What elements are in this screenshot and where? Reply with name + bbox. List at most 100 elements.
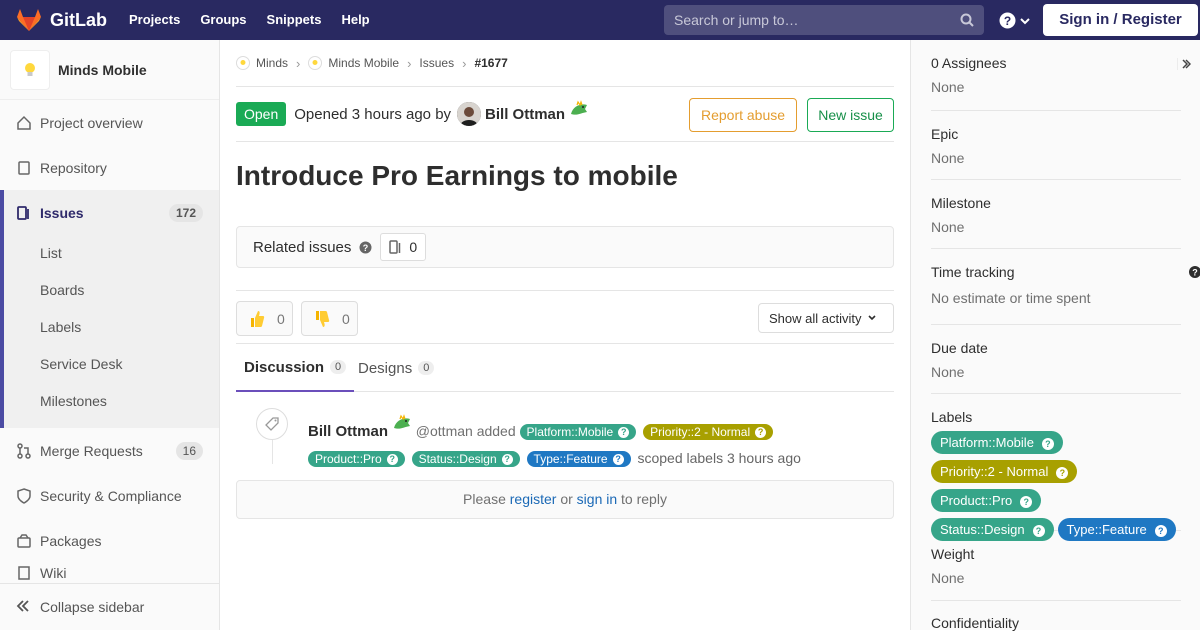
breadcrumb-group[interactable]: Minds <box>236 56 288 70</box>
chevron-right-icon: › <box>462 55 467 71</box>
sidebar-subitem-labels[interactable]: Labels <box>40 319 81 335</box>
sidebar-subitem-boards[interactable]: Boards <box>40 282 84 298</box>
help-icon[interactable]: ? <box>359 241 372 254</box>
related-issues-label: Related issues <box>253 238 352 256</box>
issue-header: Open Opened 3 hours ago by Bill Ottman R… <box>236 87 894 142</box>
project-sidebar: Minds Mobile Project overview Repository… <box>0 40 220 630</box>
help-icon: ? <box>755 427 767 439</box>
author-name[interactable]: Bill Ottman <box>485 106 565 123</box>
help-icon: ? <box>1041 437 1054 450</box>
weight-block: Weight None <box>931 546 1181 601</box>
avatar[interactable] <box>457 102 482 126</box>
sidebar-item-project-overview[interactable]: Project overview <box>0 100 219 145</box>
label-text: Status::Design <box>418 452 497 466</box>
double-chevron-right-icon[interactable] <box>1177 58 1191 70</box>
help-dropdown[interactable]: ? <box>999 12 1031 29</box>
label-text: Type::Feature <box>1066 522 1147 537</box>
label-platform-mobile[interactable]: Platform::Mobile? <box>519 424 637 440</box>
register-link[interactable]: register <box>510 491 557 507</box>
dragon-emoji-icon <box>571 100 588 115</box>
book-icon <box>16 160 32 176</box>
merge-requests-count-badge: 16 <box>175 441 203 460</box>
award-emoji-bar: 0 0 Show all activity <box>236 290 894 344</box>
system-note: Bill Ottman @ottman added Platform::Mobi… <box>236 408 894 468</box>
assignees-block: 0 Assignees None <box>931 55 1191 111</box>
sidebar-item-issues[interactable]: Issues 172 <box>0 190 219 235</box>
sidebar-item-merge-requests[interactable]: Merge Requests 16 <box>0 428 219 473</box>
sidebar-item-label: Wiki <box>40 565 67 581</box>
epic-title: Epic <box>931 126 959 142</box>
label-text: Status::Design <box>940 522 1025 537</box>
tab-designs[interactable]: Designs 0 <box>358 344 435 392</box>
breadcrumb-issues[interactable]: Issues <box>419 56 454 70</box>
project-name: Minds Mobile <box>58 61 147 78</box>
breadcrumb-issue-id[interactable]: #1677 <box>474 56 507 70</box>
thumbs-up-button[interactable]: 0 <box>236 301 293 336</box>
chevron-right-icon: › <box>407 55 412 71</box>
sidebar-item-packages[interactable]: Packages <box>0 518 219 563</box>
label-status-design[interactable]: Status::Design? <box>411 451 520 467</box>
due-date-block: Due date None <box>931 340 1181 394</box>
sidebar-subitem-service-desk[interactable]: Service Desk <box>40 356 122 372</box>
sign-in-register-button[interactable]: Sign in / Register <box>1043 4 1198 36</box>
label-status-design[interactable]: Status::Design? <box>931 518 1054 541</box>
thumbs-down-button[interactable]: 0 <box>301 301 358 336</box>
chevron-right-icon: › <box>296 55 301 71</box>
thumbs-up-count: 0 <box>277 310 285 327</box>
weight-title: Weight <box>931 546 975 562</box>
label-platform-mobile[interactable]: Platform::Mobile? <box>931 431 1063 454</box>
tag-icon <box>256 408 288 440</box>
sidebar-subitem-milestones[interactable]: Milestones <box>40 393 107 409</box>
epic-block: Epic None <box>931 126 1181 180</box>
nav-help[interactable]: Help <box>341 0 369 40</box>
label-priority-normal[interactable]: Priority::2 - Normal? <box>643 424 774 440</box>
label-text: Platform::Mobile <box>526 425 614 439</box>
dragon-emoji-icon <box>393 414 410 429</box>
breadcrumb-project[interactable]: Minds Mobile <box>308 56 399 70</box>
issue-main: Minds › Minds Mobile › Issues › #1677 Op… <box>236 40 894 519</box>
issue-right-sidebar: 0 Assignees None Epic None Milestone Non… <box>910 40 1200 631</box>
issue-tabs: Discussion 0 Designs 0 <box>236 343 894 392</box>
sidebar-item-repository[interactable]: Repository <box>0 145 219 190</box>
confidentiality-block: Confidentiality <box>931 615 1181 635</box>
nav-snippets[interactable]: Snippets <box>267 0 322 40</box>
nav-projects[interactable]: Projects <box>129 0 180 40</box>
new-issue-button[interactable]: New issue <box>807 98 894 132</box>
help-icon: ? <box>1032 524 1045 537</box>
search-icon <box>960 13 974 27</box>
time-tracking-title: Time tracking <box>931 264 1015 280</box>
label-text: Priority::2 - Normal <box>940 464 1049 479</box>
note-author[interactable]: Bill Ottman <box>308 423 388 440</box>
thumbs-up-icon <box>251 310 265 327</box>
label-product-pro[interactable]: Product::Pro? <box>931 489 1042 512</box>
help-icon[interactable]: ? <box>1189 266 1200 278</box>
label-product-pro[interactable]: Product::Pro? <box>308 451 405 467</box>
label-type-feature[interactable]: Type::Feature? <box>1057 518 1176 541</box>
tab-discussion[interactable]: Discussion 0 <box>236 344 355 392</box>
confidentiality-title: Confidentiality <box>931 615 1019 631</box>
label-priority-normal[interactable]: Priority::2 - Normal? <box>931 460 1078 483</box>
thumbs-down-icon <box>316 310 330 327</box>
label-text: Platform::Mobile <box>940 435 1034 450</box>
opened-text: Opened 3 hours ago by <box>294 105 452 123</box>
reply-text: Please <box>463 491 506 507</box>
due-date-value: None <box>931 364 965 380</box>
search-input[interactable]: Search or jump to… <box>664 5 984 35</box>
label-type-feature[interactable]: Type::Feature? <box>526 451 631 467</box>
nav-groups[interactable]: Groups <box>200 0 246 40</box>
gitlab-home-link[interactable]: GitLab <box>16 8 116 32</box>
help-icon: ? <box>501 454 513 466</box>
related-issues-count-badge[interactable]: 0 <box>380 233 427 261</box>
sidebar-item-security[interactable]: Security & Compliance <box>0 473 219 518</box>
sidebar-subitem-list[interactable]: List <box>40 245 62 261</box>
status-badge: Open <box>236 102 287 126</box>
activity-filter-label: Show all activity <box>769 310 862 326</box>
sidebar-item-wiki[interactable]: Wiki <box>0 563 219 583</box>
tab-count: 0 <box>330 360 347 374</box>
collapse-sidebar-button[interactable]: Collapse sidebar <box>0 583 219 630</box>
activity-filter-dropdown[interactable]: Show all activity <box>758 303 894 333</box>
project-header[interactable]: Minds Mobile <box>0 40 219 100</box>
report-abuse-button[interactable]: Report abuse <box>689 98 797 132</box>
help-icon: ? <box>612 454 624 466</box>
sign-in-link[interactable]: sign in <box>577 491 617 507</box>
